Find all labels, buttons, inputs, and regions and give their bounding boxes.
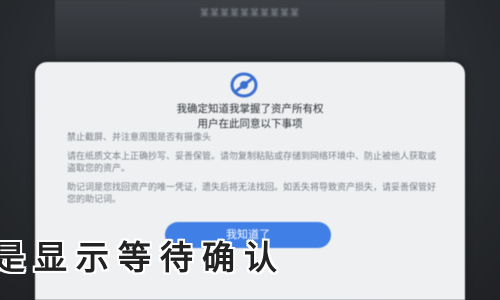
dialog-body: 禁止截屏、并注意周围是否有摄像头 请在纸质文本上正确抄写、妥善保管。请勿复制粘贴…: [67, 132, 443, 213]
status-bar-area: 某某某某某某某某某某: [55, 0, 445, 62]
screenshot-scene: 某某某某某某某某某某 我确定知道我掌握了资产所有权 用户在此同意以下事项 禁止截…: [0, 0, 500, 300]
warning-paragraph: 请在纸质文本上正确抄写、妥善保管。请勿复制粘贴或存储到网络环境中、防止被他人获取…: [67, 151, 437, 175]
dialog-title-line: 我确定知道我掌握了资产所有权: [176, 103, 324, 115]
dialog-title: 我确定知道我掌握了资产所有权 用户在此同意以下事项: [115, 102, 385, 132]
status-bar-text: 某某某某某某某某某某: [199, 9, 300, 19]
video-caption: 是显示等待确认: [0, 238, 286, 277]
wallet-shield-icon: [227, 70, 261, 100]
warning-paragraph: 助记词是您找回资产的唯一凭证，遗失后将无法找回。如丢失将导致资产损失，请妥善保管…: [67, 182, 437, 206]
dialog-title-line: 用户在此同意以下事项: [197, 118, 303, 130]
warning-paragraph: 禁止截屏、并注意周围是否有摄像头: [67, 133, 212, 143]
